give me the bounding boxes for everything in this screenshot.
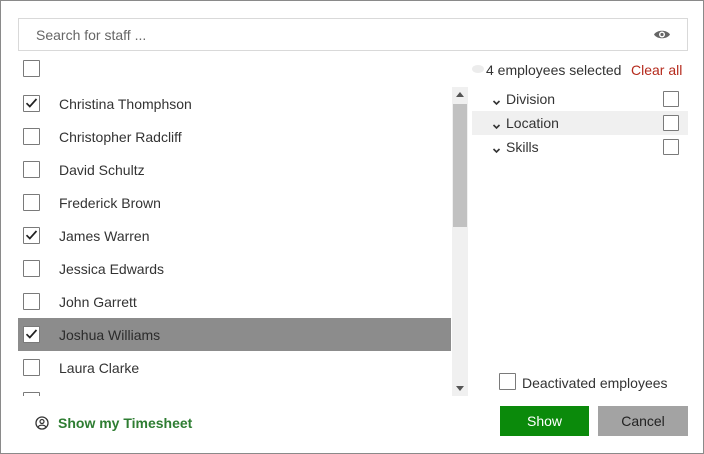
staff-checkbox[interactable] bbox=[23, 128, 40, 145]
staff-checkbox[interactable] bbox=[23, 95, 40, 112]
select-all-checkbox[interactable] bbox=[23, 60, 40, 77]
selection-dot-icon bbox=[472, 65, 484, 73]
staff-row[interactable]: Laura Clarke bbox=[18, 351, 451, 384]
chevron-down-icon[interactable] bbox=[492, 118, 501, 130]
selected-count: 4 employees selected bbox=[486, 62, 622, 78]
staff-name: John Garrett bbox=[59, 294, 137, 310]
scroll-down-arrow[interactable] bbox=[452, 380, 468, 396]
chevron-down-icon[interactable] bbox=[492, 94, 501, 106]
staff-name: David Schultz bbox=[59, 162, 145, 178]
staff-name: Jessica Edwards bbox=[59, 261, 165, 277]
staff-name: Christina Thomphson bbox=[59, 96, 192, 112]
cancel-button[interactable]: Cancel bbox=[598, 406, 688, 436]
staff-checkbox[interactable] bbox=[23, 392, 40, 396]
scroll-thumb[interactable] bbox=[453, 104, 467, 227]
user-circle-icon bbox=[35, 416, 49, 430]
staff-name: Frederick Brown bbox=[59, 195, 161, 211]
filter-group-label: Division bbox=[506, 91, 556, 107]
staff-checkbox[interactable] bbox=[23, 194, 40, 211]
staff-row[interactable]: Matthew Fuller bbox=[18, 384, 451, 396]
staff-list: Christina Thomphson Christopher Radcliff D… bbox=[18, 87, 451, 396]
filter-group-checkbox[interactable] bbox=[663, 139, 679, 155]
show-my-timesheet-link[interactable]: Show my Timesheet bbox=[35, 414, 192, 432]
deactivated-employees-label: Deactivated employees bbox=[522, 375, 668, 391]
staff-row[interactable]: Jessica Edwards bbox=[18, 252, 451, 285]
staff-checkbox[interactable] bbox=[23, 260, 40, 277]
staff-row[interactable]: David Schultz bbox=[18, 153, 451, 186]
staff-name: Christopher Radcliff bbox=[59, 129, 182, 145]
filter-group-division[interactable]: Division bbox=[472, 87, 688, 111]
filter-group-checkbox[interactable] bbox=[663, 115, 679, 131]
staff-row[interactable]: John Garrett bbox=[18, 285, 451, 318]
filter-group-label: Skills bbox=[506, 139, 539, 155]
staff-list-scrollbar[interactable] bbox=[452, 87, 468, 396]
filter-group-checkbox[interactable] bbox=[663, 91, 679, 107]
staff-name: James Warren bbox=[59, 228, 150, 244]
search-box bbox=[18, 18, 688, 51]
staff-name: Joshua Williams bbox=[59, 327, 161, 343]
scroll-up-arrow[interactable] bbox=[452, 87, 468, 103]
staff-name: Matthew Fuller bbox=[59, 393, 151, 396]
staff-checkbox[interactable] bbox=[23, 326, 40, 343]
deactivated-employees-checkbox[interactable] bbox=[499, 373, 516, 390]
staff-checkbox[interactable] bbox=[23, 293, 40, 310]
search-input[interactable] bbox=[19, 19, 639, 50]
staff-checkbox[interactable] bbox=[23, 161, 40, 178]
show-button[interactable]: Show bbox=[500, 406, 589, 436]
staff-row[interactable]: Frederick Brown bbox=[18, 186, 451, 219]
eye-icon[interactable] bbox=[653, 27, 671, 42]
staff-row[interactable]: James Warren bbox=[18, 219, 451, 252]
filter-group-skills[interactable]: Skills bbox=[472, 135, 688, 159]
staff-row[interactable]: Joshua Williams bbox=[18, 318, 451, 351]
staff-row[interactable]: Christina Thomphson bbox=[18, 87, 451, 120]
staff-row[interactable]: Christopher Radcliff bbox=[18, 120, 451, 153]
staff-checkbox[interactable] bbox=[23, 359, 40, 376]
show-my-timesheet-label: Show my Timesheet bbox=[58, 415, 193, 431]
chevron-down-icon[interactable] bbox=[492, 142, 501, 154]
staff-name: Laura Clarke bbox=[59, 360, 140, 376]
selection-summary: 4 employees selected bbox=[472, 62, 621, 78]
filter-group-location[interactable]: Location bbox=[472, 111, 688, 135]
staff-picker-dialog: Christina Thomphson Christopher Radcliff D… bbox=[0, 0, 704, 454]
clear-all-link[interactable]: Clear all bbox=[631, 62, 682, 78]
filter-group-label: Location bbox=[506, 115, 559, 131]
staff-checkbox[interactable] bbox=[23, 227, 40, 244]
